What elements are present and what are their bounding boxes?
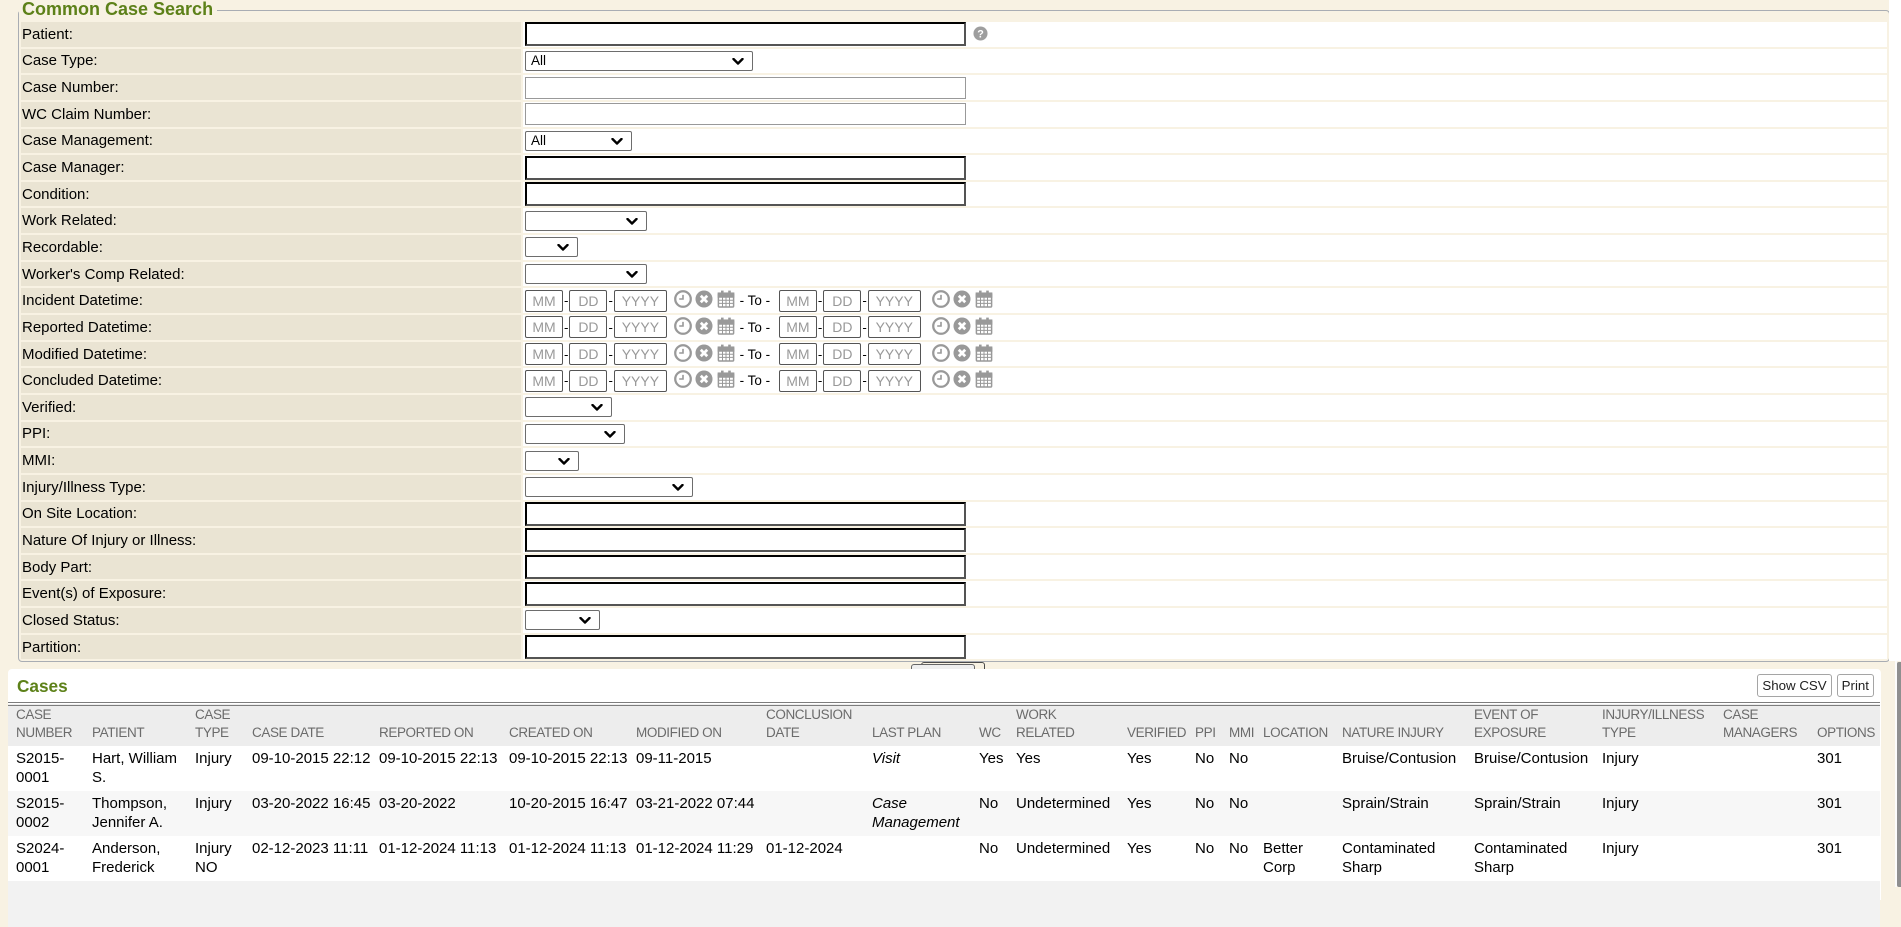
svg-text:?: ? <box>977 29 984 41</box>
